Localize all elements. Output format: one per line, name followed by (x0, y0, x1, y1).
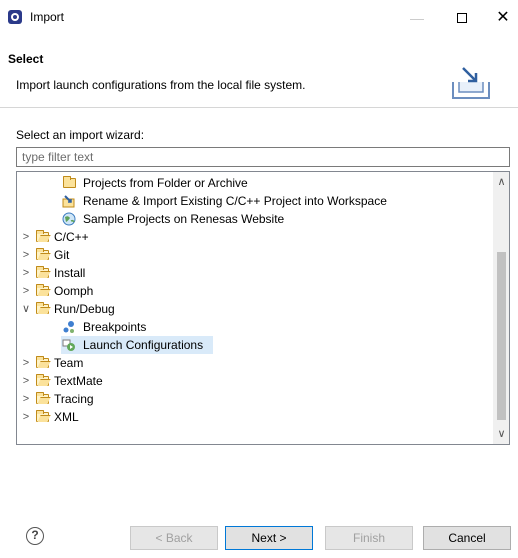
import-project-icon (62, 195, 75, 208)
chevron-right-icon[interactable]: > (21, 264, 31, 282)
tree-item-tracing[interactable]: > Tracing (17, 390, 493, 408)
cancel-button[interactable]: Cancel (423, 526, 511, 550)
chevron-right-icon[interactable]: > (21, 354, 31, 372)
folder-icon (36, 248, 49, 260)
scroll-up-icon[interactable]: ∧ (493, 174, 509, 191)
tree-item-sample-projects[interactable]: Sample Projects on Renesas Website (17, 210, 493, 228)
chevron-right-icon[interactable]: > (21, 246, 31, 264)
folder-icon (36, 374, 49, 386)
close-button[interactable]: ✕ (488, 8, 518, 28)
wizard-tree[interactable]: Projects from Folder or Archive Rename &… (16, 171, 510, 445)
next-button[interactable]: Next > (225, 526, 313, 550)
folder-icon (36, 302, 49, 314)
title-bar: Import — ✕ (0, 0, 518, 36)
maximize-button[interactable] (447, 8, 477, 28)
tree-item-cpp[interactable]: > C/C++ (17, 228, 493, 246)
tree-item-rename-import[interactable]: Rename & Import Existing C/C++ Project i… (17, 192, 493, 210)
folder-icon (36, 356, 49, 368)
maximize-icon (457, 13, 467, 23)
folder-icon (36, 410, 49, 422)
filter-input[interactable] (16, 147, 510, 167)
launch-config-icon (62, 339, 75, 351)
tree-item-breakpoints[interactable]: Breakpoints (17, 318, 493, 336)
folder-icon (36, 392, 49, 404)
page-description: Import launch configurations from the lo… (16, 78, 306, 92)
tree-item-projects-from-folder[interactable]: Projects from Folder or Archive (17, 174, 493, 192)
tree-item-team[interactable]: > Team (17, 354, 493, 372)
breakpoints-icon (63, 321, 74, 333)
tree-item-xml[interactable]: > XML (17, 408, 493, 426)
tree-item-install[interactable]: > Install (17, 264, 493, 282)
app-icon (8, 10, 22, 24)
tree-item-textmate[interactable]: > TextMate (17, 372, 493, 390)
tree-item-launch-configurations[interactable]: Launch Configurations (61, 336, 213, 354)
folder-icon (36, 284, 49, 296)
folder-icon (36, 266, 49, 278)
tree-item-run-debug[interactable]: ∨ Run/Debug (17, 300, 493, 318)
wizard-banner: Select Import launch configurations from… (0, 36, 518, 108)
globe-icon (62, 212, 76, 226)
wizard-label: Select an import wizard: (16, 128, 145, 142)
finish-button[interactable]: Finish (325, 526, 413, 550)
chevron-right-icon[interactable]: > (21, 390, 31, 408)
help-icon[interactable]: ? (26, 527, 44, 545)
chevron-right-icon[interactable]: > (21, 408, 31, 426)
tree-item-git[interactable]: > Git (17, 246, 493, 264)
scrollbar-thumb[interactable] (497, 252, 506, 420)
back-button[interactable]: < Back (130, 526, 218, 550)
import-icon (452, 67, 490, 99)
window-title: Import (30, 10, 65, 24)
chevron-right-icon[interactable]: > (21, 372, 31, 390)
minimize-button[interactable]: — (402, 8, 432, 28)
footer-divider (0, 510, 518, 511)
page-title: Select (8, 52, 44, 66)
chevron-right-icon[interactable]: > (21, 282, 31, 300)
tree-item-oomph[interactable]: > Oomph (17, 282, 493, 300)
tree-scrollbar[interactable]: ∧ ∨ (493, 172, 509, 444)
folder-icon (36, 230, 49, 242)
chevron-right-icon[interactable]: > (21, 228, 31, 246)
chevron-down-icon[interactable]: ∨ (21, 300, 31, 318)
scroll-down-icon[interactable]: ∨ (493, 426, 509, 443)
folder-icon (63, 176, 76, 188)
